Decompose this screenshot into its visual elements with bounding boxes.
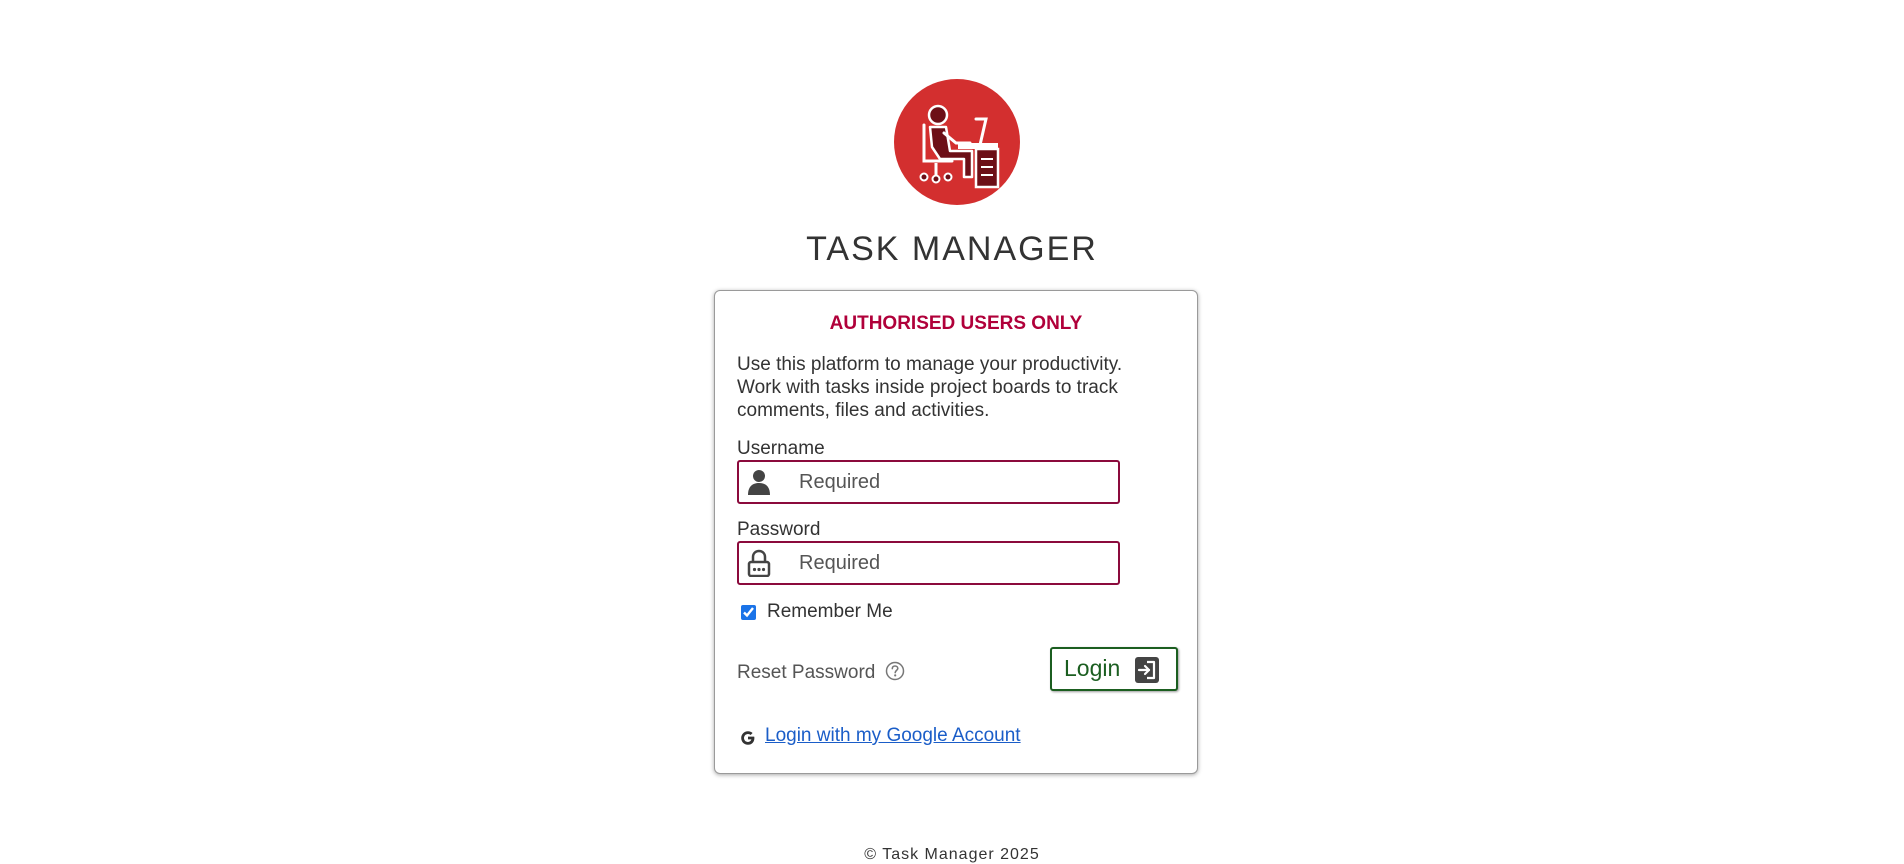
login-icon bbox=[1135, 657, 1159, 683]
login-card: AUTHORISED USERS ONLY Use this platform … bbox=[714, 290, 1198, 774]
remember-me-label[interactable]: Remember Me bbox=[767, 601, 893, 623]
username-input[interactable] bbox=[799, 466, 1109, 498]
user-icon bbox=[748, 470, 770, 495]
worker-at-desk-icon bbox=[919, 104, 1000, 189]
lock-icon bbox=[747, 549, 771, 577]
google-icon bbox=[741, 731, 755, 745]
footer-copyright: © Task Manager 2025 bbox=[864, 846, 1040, 863]
password-field[interactable] bbox=[737, 541, 1120, 585]
username-label: Username bbox=[737, 438, 825, 459]
intro-text: Use this platform to manage your product… bbox=[737, 354, 1123, 421]
password-input[interactable] bbox=[799, 547, 1109, 579]
authorised-users-warning: AUTHORISED USERS ONLY bbox=[829, 313, 1083, 334]
reset-password-link[interactable]: Reset Password bbox=[737, 661, 905, 684]
password-label: Password bbox=[737, 519, 821, 540]
login-page: TASK MANAGER AUTHORISED USERS ONLY Use t… bbox=[0, 0, 1904, 864]
login-button[interactable]: Login bbox=[1050, 647, 1178, 691]
app-logo bbox=[894, 79, 1020, 205]
app-title: TASK MANAGER bbox=[806, 230, 1098, 268]
help-icon[interactable] bbox=[885, 661, 905, 681]
login-button-label: Login bbox=[1064, 655, 1121, 681]
remember-me-checkbox[interactable] bbox=[741, 605, 756, 620]
username-field[interactable] bbox=[737, 460, 1120, 504]
reset-password-label[interactable]: Reset Password bbox=[737, 662, 875, 683]
google-login-link[interactable]: Login with my Google Account bbox=[765, 725, 1021, 747]
